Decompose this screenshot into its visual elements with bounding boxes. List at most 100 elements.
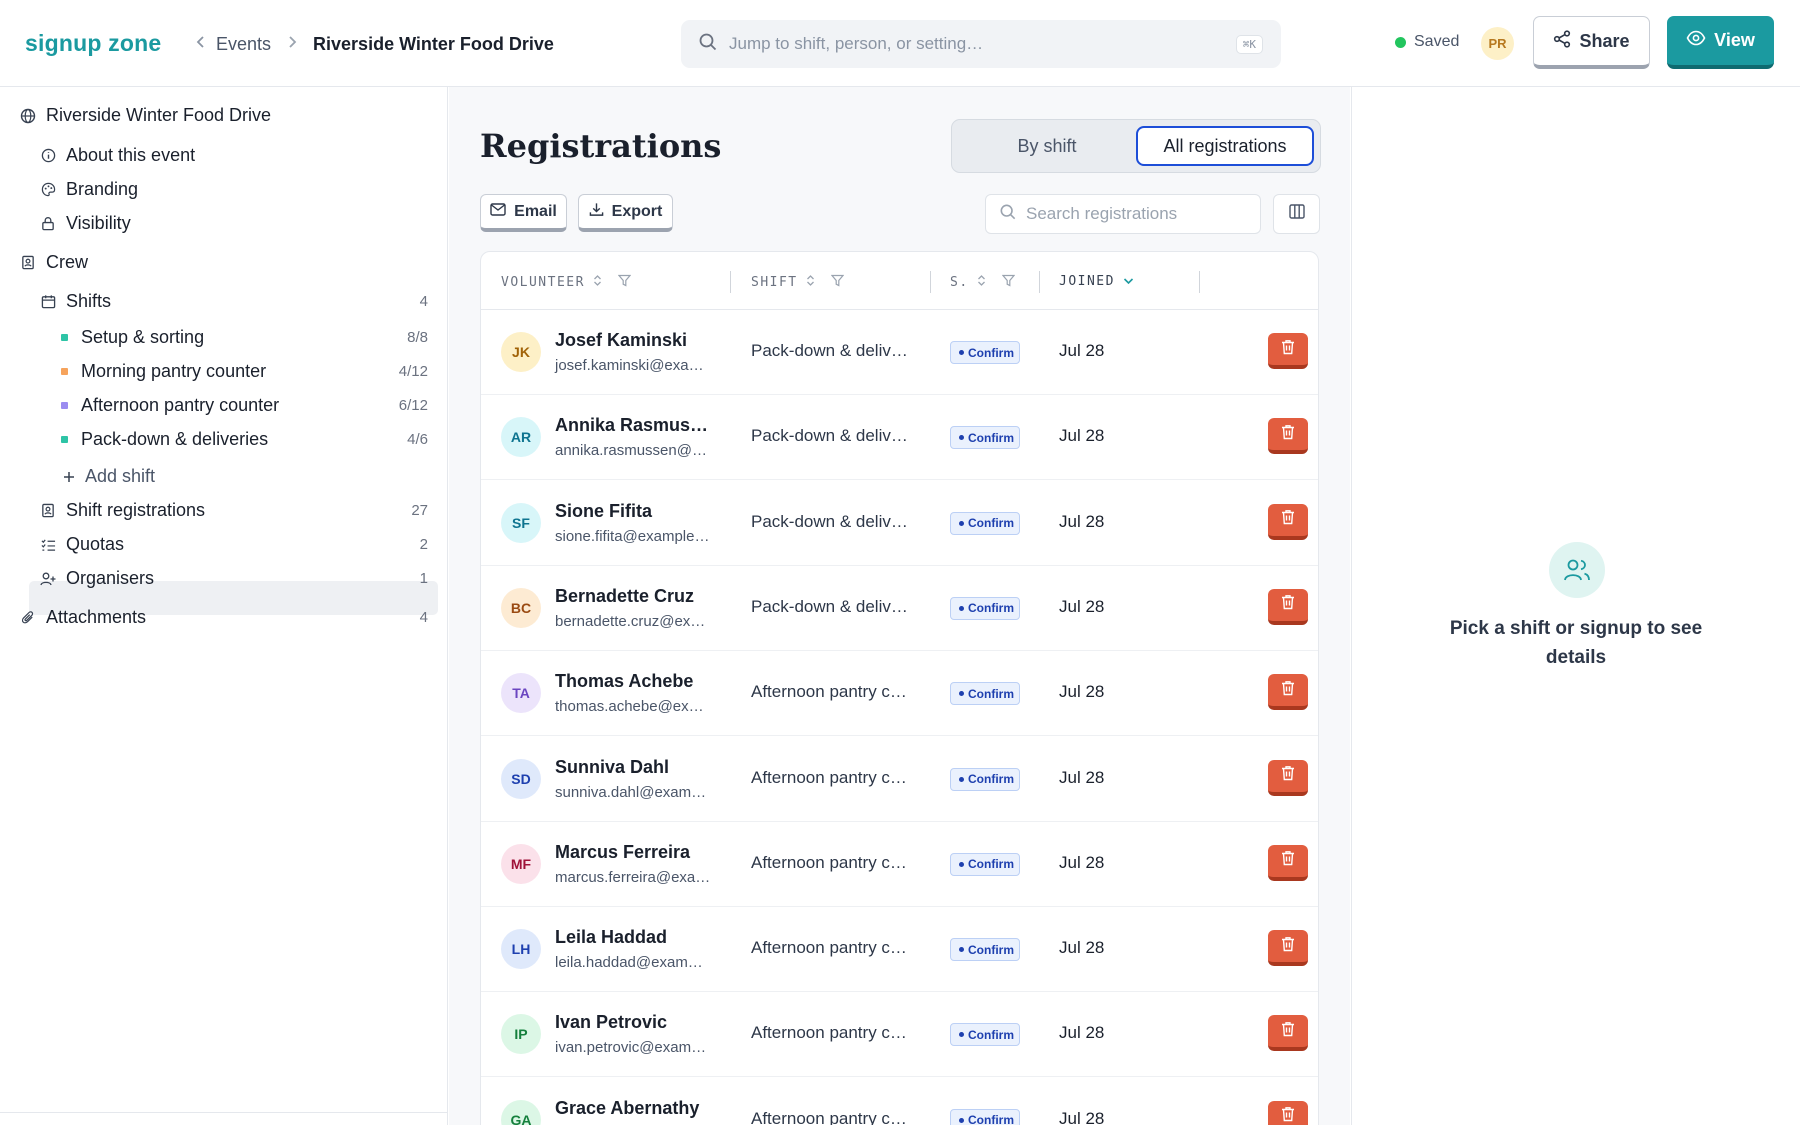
sort-icon[interactable]	[977, 274, 986, 291]
status-badge: Confirm	[950, 596, 1020, 620]
delete-button[interactable]	[1268, 674, 1308, 711]
sidebar-item-event[interactable]: Riverside Winter Food Drive	[20, 105, 271, 126]
sidebar-item-label: About this event	[66, 145, 196, 165]
registration-search-input[interactable]: Search registrations	[985, 194, 1261, 234]
column-header-volunteer[interactable]: VOLUNTEER	[501, 274, 632, 291]
export-button[interactable]: Export	[578, 194, 673, 232]
user-avatar[interactable]: PR	[1481, 27, 1514, 60]
delete-button[interactable]	[1268, 1100, 1308, 1125]
table-row[interactable]: LH Leila Haddad leila.haddad@exam… After…	[481, 907, 1318, 993]
table-row[interactable]: MF Marcus Ferreira marcus.ferreira@exa… …	[481, 822, 1318, 907]
sidebar-item-registrations[interactable]: Shift registrations 27	[40, 500, 428, 521]
sidebar-item-attachments[interactable]: Attachments 4	[20, 607, 428, 628]
table-row[interactable]: IP Ivan Petrovic ivan.petrovic@exam… Aft…	[481, 992, 1318, 1078]
palette-icon	[40, 182, 56, 198]
column-header-joined[interactable]: JOINED	[1059, 274, 1134, 289]
delete-button[interactable]	[1268, 588, 1308, 625]
volunteer-name[interactable]: Grace Abernathy	[555, 1098, 699, 1119]
delete-button[interactable]	[1268, 930, 1308, 967]
app-logo[interactable]: signup zone	[25, 30, 161, 57]
volunteer-name[interactable]: Sunniva Dahl	[555, 757, 669, 778]
volunteer-avatar: BC	[501, 587, 541, 628]
table-row[interactable]: AR Annika Rasmus… annika.rasmussen@… Pac…	[481, 395, 1318, 481]
share-button[interactable]: Share	[1533, 16, 1650, 69]
add-shift-label: Add shift	[85, 466, 156, 486]
breadcrumb-events-link[interactable]: Events	[216, 34, 271, 55]
volunteer-avatar: GA	[501, 1099, 541, 1125]
sidebar-item-shift[interactable]: Pack-down & deliveries 4/6	[61, 429, 428, 450]
filter-icon[interactable]	[830, 274, 844, 291]
delete-button[interactable]	[1268, 418, 1308, 455]
view-button[interactable]: View	[1667, 16, 1774, 69]
shift-cell: Afternoon pantry c…	[751, 938, 907, 958]
volunteer-name[interactable]: Ivan Petrovic	[555, 1012, 667, 1033]
email-button[interactable]: Email	[480, 194, 567, 232]
volunteer-avatar: SD	[501, 758, 541, 799]
shift-cell: Pack-down & deliv…	[751, 596, 908, 616]
delete-button[interactable]	[1268, 333, 1308, 369]
volunteer-name[interactable]: Thomas Achebe	[555, 671, 693, 692]
global-search-input[interactable]: Jump to shift, person, or setting… ⌘K	[681, 20, 1281, 68]
volunteer-name[interactable]: Sione Fifita	[555, 501, 652, 522]
table-row[interactable]: SD Sunniva Dahl sunniva.dahl@exam… After…	[481, 737, 1318, 822]
empty-state-message: Pick a shift or signup to see details	[1449, 618, 1703, 668]
table-row[interactable]: JK Josef Kaminski josef.kaminski@exa… Pa…	[481, 310, 1318, 395]
share-label: Share	[1579, 30, 1630, 51]
table-row[interactable]: SF Sione Fifita sione.fifita@example… Pa…	[481, 481, 1318, 566]
tab-by-shift[interactable]: By shift	[958, 126, 1136, 166]
delete-button[interactable]	[1268, 503, 1308, 540]
volunteer-name[interactable]: Marcus Ferreira	[555, 842, 690, 863]
sidebar-item-shifts[interactable]: Shifts 4	[40, 291, 428, 312]
volunteer-name[interactable]: Annika Rasmus…	[555, 415, 708, 436]
delete-button[interactable]	[1268, 759, 1308, 796]
chevron-down-icon[interactable]	[1123, 274, 1134, 289]
volunteer-name[interactable]: Bernadette Cruz	[555, 586, 694, 607]
column-divider[interactable]	[1039, 271, 1040, 293]
add-shift-button[interactable]: Add shift	[61, 466, 155, 487]
status-label: Confirm	[968, 516, 1014, 531]
sidebar-item-branding[interactable]: Branding	[40, 179, 138, 200]
column-divider[interactable]	[1199, 271, 1200, 293]
status-label: Confirm	[968, 601, 1014, 616]
sidebar-item-label: Shifts	[66, 291, 112, 311]
sort-icon[interactable]	[806, 274, 815, 291]
status-badge: Confirm	[950, 341, 1020, 364]
status-label: Confirm	[968, 686, 1014, 701]
main-content: Registrations By shift All registrations…	[449, 87, 1350, 1125]
sidebar-item-organisers[interactable]: Organisers 1	[40, 568, 428, 589]
delete-button[interactable]	[1268, 1015, 1308, 1052]
delete-button[interactable]	[1268, 844, 1308, 881]
volunteer-name[interactable]: Leila Haddad	[555, 927, 667, 948]
shift-color-swatch	[61, 368, 68, 375]
table-header: VOLUNTEER SHIFT S. JOINED	[481, 252, 1318, 310]
sidebar-item-shift[interactable]: Morning pantry counter 4/12	[61, 361, 428, 382]
chevron-left-icon[interactable]	[196, 35, 206, 54]
volunteer-email: sunniva.dahl@exam…	[555, 783, 707, 801]
column-header-shift[interactable]: SHIFT	[751, 274, 844, 291]
sidebar-item-quotas[interactable]: Quotas 2	[40, 534, 428, 555]
tab-all-registrations[interactable]: All registrations	[1136, 126, 1314, 166]
sidebar-item-count: 4/6	[407, 431, 428, 448]
sidebar-item-label: Organisers	[66, 568, 155, 588]
column-divider[interactable]	[730, 271, 731, 293]
status-label: Confirm	[968, 942, 1014, 957]
column-header-status[interactable]: S.	[950, 274, 1015, 291]
sidebar-item-visibility[interactable]: Visibility	[40, 213, 131, 234]
volunteer-email: annika.rasmussen@…	[555, 442, 707, 460]
filter-icon[interactable]	[1001, 274, 1015, 291]
filter-icon[interactable]	[617, 274, 632, 291]
column-divider[interactable]	[930, 271, 931, 293]
columns-button[interactable]	[1273, 194, 1320, 234]
sidebar-item-shift[interactable]: Setup & sorting 8/8	[61, 327, 428, 348]
sort-icon[interactable]	[593, 274, 602, 291]
sidebar-item-about[interactable]: About this event	[40, 145, 195, 166]
sidebar-item-count: 4	[419, 609, 428, 626]
sidebar-item-crew[interactable]: Crew	[20, 252, 88, 273]
table-row[interactable]: GA Grace Abernathy Afternoon pantry c… C…	[481, 1078, 1318, 1125]
table-row[interactable]: BC Bernadette Cruz bernadette.cruz@ex… P…	[481, 566, 1318, 651]
shift-color-swatch	[61, 436, 68, 443]
joined-date: Jul 28	[1059, 682, 1105, 702]
volunteer-name[interactable]: Josef Kaminski	[555, 330, 687, 351]
sidebar-item-shift[interactable]: Afternoon pantry counter 6/12	[61, 395, 428, 416]
table-row[interactable]: TA Thomas Achebe thomas.achebe@ex… After…	[481, 651, 1318, 737]
